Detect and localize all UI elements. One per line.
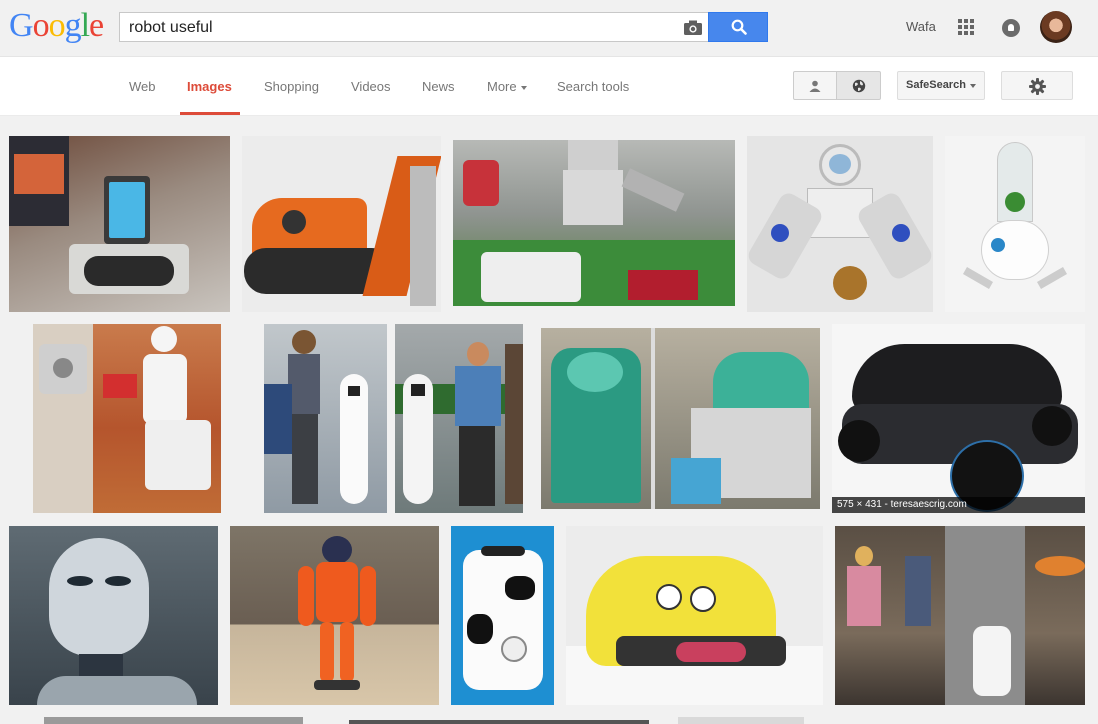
image-result[interactable]: [44, 717, 303, 724]
safesearch-label: SafeSearch: [906, 79, 966, 91]
camera-icon[interactable]: [684, 20, 702, 35]
logo-letter: o: [32, 7, 50, 44]
search-nav-bar: Web Images Shopping Videos News More Sea…: [0, 57, 1098, 116]
image-result[interactable]: [945, 136, 1085, 312]
image-result[interactable]: 575 × 431 - teresaescrig.com: [832, 324, 1085, 513]
apps-grid-icon[interactable]: [958, 19, 974, 35]
chevron-down-icon: [970, 84, 976, 88]
image-result[interactable]: [541, 328, 820, 509]
personal-results-toggle[interactable]: [793, 71, 837, 100]
logo-letter: e: [89, 7, 104, 44]
logo-letter: G: [9, 7, 34, 44]
image-result[interactable]: [349, 720, 649, 724]
bell-icon[interactable]: [1002, 19, 1020, 37]
avatar[interactable]: [1040, 11, 1072, 43]
magnifier-icon: [731, 19, 747, 35]
safesearch-button[interactable]: SafeSearch: [897, 71, 985, 100]
image-result[interactable]: [264, 324, 387, 513]
image-result[interactable]: [747, 136, 933, 312]
image-result[interactable]: [242, 136, 441, 312]
image-result[interactable]: [678, 717, 804, 724]
image-result[interactable]: [9, 526, 218, 705]
image-result[interactable]: [230, 526, 439, 705]
tab-videos[interactable]: Videos: [351, 79, 391, 94]
tab-news[interactable]: News: [422, 79, 455, 94]
image-hover-caption: 575 × 431 - teresaescrig.com: [832, 497, 1085, 513]
top-bar: Google robot useful Wafa: [0, 0, 1098, 57]
global-results-toggle[interactable]: [836, 71, 881, 100]
logo-letter: o: [48, 7, 66, 44]
search-button[interactable]: [708, 12, 768, 42]
person-icon: [809, 80, 821, 92]
image-result[interactable]: [9, 136, 230, 312]
image-result[interactable]: [395, 324, 523, 513]
search-input[interactable]: robot useful: [119, 12, 708, 42]
tab-more-label: More: [487, 79, 517, 94]
active-tab-indicator: [180, 112, 240, 115]
logo-letter: g: [64, 7, 82, 44]
tab-images[interactable]: Images: [187, 79, 232, 94]
tab-shopping[interactable]: Shopping: [264, 79, 319, 94]
tab-more[interactable]: More: [487, 79, 527, 94]
image-result[interactable]: [33, 324, 221, 513]
image-result[interactable]: [566, 526, 823, 705]
user-name-link[interactable]: Wafa: [906, 19, 936, 34]
image-results-grid: 575 × 431 - teresaescrig.com: [0, 117, 1098, 724]
search-query-text: robot useful: [129, 19, 213, 36]
tab-web[interactable]: Web: [129, 79, 156, 94]
google-logo[interactable]: Google: [9, 7, 104, 44]
tab-search-tools[interactable]: Search tools: [557, 79, 629, 94]
logo-letter: l: [80, 7, 91, 44]
image-result[interactable]: [453, 140, 735, 306]
globe-icon: [852, 79, 866, 93]
gear-icon: [1029, 78, 1046, 95]
image-result[interactable]: [835, 526, 1085, 705]
settings-button[interactable]: [1001, 71, 1073, 100]
image-result[interactable]: [451, 526, 554, 705]
chevron-down-icon: [520, 85, 527, 90]
